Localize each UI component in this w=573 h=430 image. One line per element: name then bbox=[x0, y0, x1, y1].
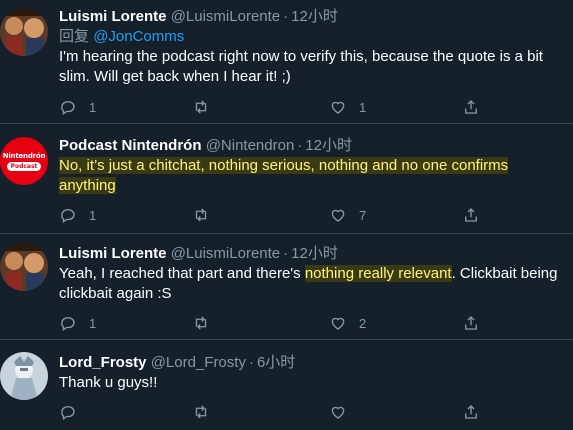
highlighted-text: nothing really relevant bbox=[304, 265, 452, 282]
reply-count: 1 bbox=[89, 207, 97, 223]
avatar-logo-subtext: Podcast bbox=[6, 161, 42, 171]
reply-button[interactable]: 1 bbox=[59, 97, 96, 117]
tweet[interactable]: Luismi Lorente @LuismiLorente · 12小时 回复 @J… bbox=[0, 0, 573, 124]
avatar[interactable] bbox=[0, 243, 48, 291]
like-button[interactable]: 1 bbox=[329, 97, 366, 117]
handle[interactable]: @Nintendron bbox=[206, 137, 295, 154]
separator-dot: · bbox=[248, 354, 254, 371]
reply-icon bbox=[61, 209, 75, 224]
avatar[interactable] bbox=[0, 8, 48, 56]
timeline: Luismi Lorente @LuismiLorente · 12小时 回复 @J… bbox=[0, 0, 573, 430]
like-count: 2 bbox=[359, 315, 367, 331]
reply-button[interactable]: 1 bbox=[59, 205, 96, 225]
retweet-button[interactable] bbox=[192, 313, 222, 333]
retweet-icon bbox=[195, 316, 207, 330]
like-button[interactable] bbox=[329, 402, 359, 422]
retweet-button[interactable] bbox=[192, 402, 222, 422]
retweet-icon bbox=[195, 405, 207, 419]
retweet-button[interactable] bbox=[192, 97, 222, 117]
like-count: 1 bbox=[359, 99, 367, 115]
timestamp[interactable]: 12小时 bbox=[305, 137, 352, 154]
tweet-text: Thank u guys!! bbox=[59, 374, 158, 391]
share-icon bbox=[465, 405, 477, 419]
mention-link[interactable]: @JonComms bbox=[93, 28, 184, 45]
handle[interactable]: @LuismiLorente bbox=[171, 245, 280, 262]
handle[interactable]: @Lord_Frosty bbox=[151, 354, 246, 371]
tweet[interactable]: Nintendrón Podcast Podcast Nintendrón @N… bbox=[0, 124, 573, 234]
reply-icon bbox=[61, 317, 75, 332]
display-name[interactable]: Podcast Nintendrón bbox=[59, 137, 202, 154]
tweet[interactable]: Luismi Lorente @LuismiLorente · 12小时 Yeah,… bbox=[0, 234, 573, 340]
tweet-text: No, it’s just a chitchat, nothing seriou… bbox=[59, 156, 567, 196]
share-button[interactable] bbox=[462, 402, 480, 422]
like-button[interactable]: 7 bbox=[329, 205, 366, 225]
reply-count: 1 bbox=[89, 99, 97, 115]
timestamp[interactable]: 12小时 bbox=[291, 245, 338, 262]
heart-icon bbox=[331, 101, 345, 114]
tweet-text: Yeah, I reached that part and there's no… bbox=[59, 264, 567, 304]
retweet-button[interactable] bbox=[192, 205, 222, 225]
heart-icon bbox=[331, 209, 345, 222]
reply-context: 回复 @JonComms bbox=[59, 27, 567, 47]
reply-icon bbox=[61, 406, 75, 421]
tweet-text: I'm hearing the podcast right now to ver… bbox=[59, 48, 543, 85]
reply-count: 1 bbox=[89, 315, 97, 331]
reply-button[interactable]: 1 bbox=[59, 313, 96, 333]
avatar[interactable] bbox=[0, 352, 48, 400]
share-icon bbox=[465, 316, 477, 330]
handle[interactable]: @LuismiLorente bbox=[171, 8, 280, 25]
display-name[interactable]: Lord_Frosty bbox=[59, 354, 147, 371]
like-count: 7 bbox=[359, 207, 367, 223]
reply-icon bbox=[61, 101, 75, 116]
tweet-text-part: Yeah, I reached that part and there's bbox=[59, 265, 305, 282]
retweet-icon bbox=[195, 100, 207, 114]
like-button[interactable]: 2 bbox=[329, 313, 366, 333]
share-button[interactable] bbox=[462, 205, 480, 225]
timestamp[interactable]: 12小时 bbox=[291, 8, 338, 25]
display-name[interactable]: Luismi Lorente bbox=[59, 8, 167, 25]
highlighted-text: No, it’s just a chitchat, nothing seriou… bbox=[59, 157, 509, 194]
separator-dot: · bbox=[283, 8, 289, 25]
reply-button[interactable] bbox=[59, 402, 89, 422]
share-button[interactable] bbox=[462, 313, 480, 333]
display-name[interactable]: Luismi Lorente bbox=[59, 245, 167, 262]
share-icon bbox=[465, 100, 477, 114]
share-icon bbox=[465, 208, 477, 222]
separator-dot: · bbox=[283, 245, 289, 262]
avatar-logo-text: Nintendrón bbox=[2, 151, 46, 160]
retweet-icon bbox=[195, 208, 207, 222]
tweet[interactable]: Lord_Frosty @Lord_Frosty · 6小时 Thank u guy… bbox=[0, 340, 573, 430]
timestamp[interactable]: 6小时 bbox=[257, 354, 295, 371]
heart-icon bbox=[331, 317, 345, 330]
reply-label: 回复 bbox=[59, 28, 90, 45]
separator-dot: · bbox=[297, 137, 303, 154]
share-button[interactable] bbox=[462, 97, 480, 117]
heart-icon bbox=[331, 406, 345, 419]
avatar[interactable]: Nintendrón Podcast bbox=[0, 137, 48, 185]
